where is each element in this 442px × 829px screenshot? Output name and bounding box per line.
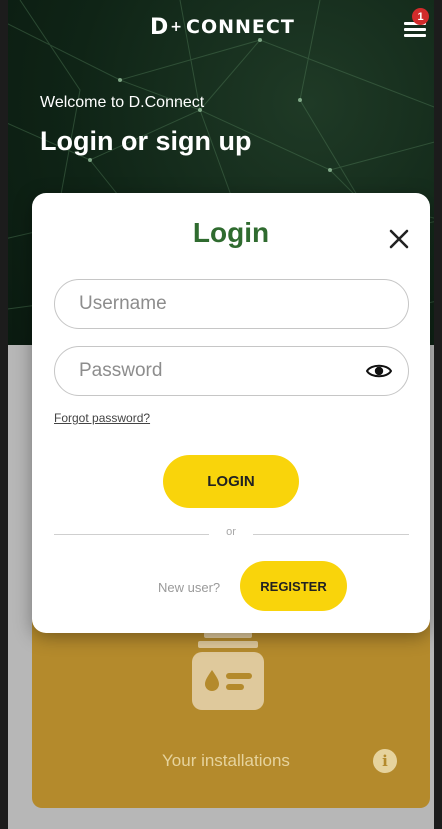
info-icon[interactable]: i: [373, 749, 397, 773]
username-input[interactable]: [77, 280, 357, 328]
username-field[interactable]: [54, 279, 409, 329]
password-field[interactable]: [54, 346, 409, 396]
app-screen: D + CONNECT 1 Welcome to D.Connect Login…: [0, 0, 442, 829]
eye-icon[interactable]: [366, 361, 392, 381]
logo-text: CONNECT: [186, 16, 295, 38]
logo-letter: D: [150, 14, 169, 40]
installations-label: Your installations: [162, 751, 290, 770]
page-heading: Login or sign up: [40, 126, 252, 156]
welcome-text: Welcome to D.Connect: [40, 94, 205, 111]
dconnect-logo: D + CONNECT: [150, 14, 295, 40]
login-button[interactable]: LOGIN: [163, 455, 299, 508]
installation-icon: [192, 632, 264, 710]
screen-edge-right: [434, 0, 442, 829]
divider-right: [253, 534, 409, 535]
close-icon[interactable]: [388, 228, 410, 250]
login-modal: Login Forgot password? LOGIN or New user…: [32, 193, 430, 633]
new-user-label: New user?: [158, 580, 221, 595]
notification-badge: 1: [412, 8, 429, 25]
register-button[interactable]: REGISTER: [240, 561, 347, 611]
password-input[interactable]: [77, 347, 357, 395]
or-separator: or: [226, 526, 236, 538]
logo-plus: +: [170, 19, 183, 35]
screen-edge-left: [0, 0, 8, 829]
modal-title: Login: [192, 217, 270, 248]
forgot-password-link[interactable]: Forgot password?: [54, 411, 150, 425]
